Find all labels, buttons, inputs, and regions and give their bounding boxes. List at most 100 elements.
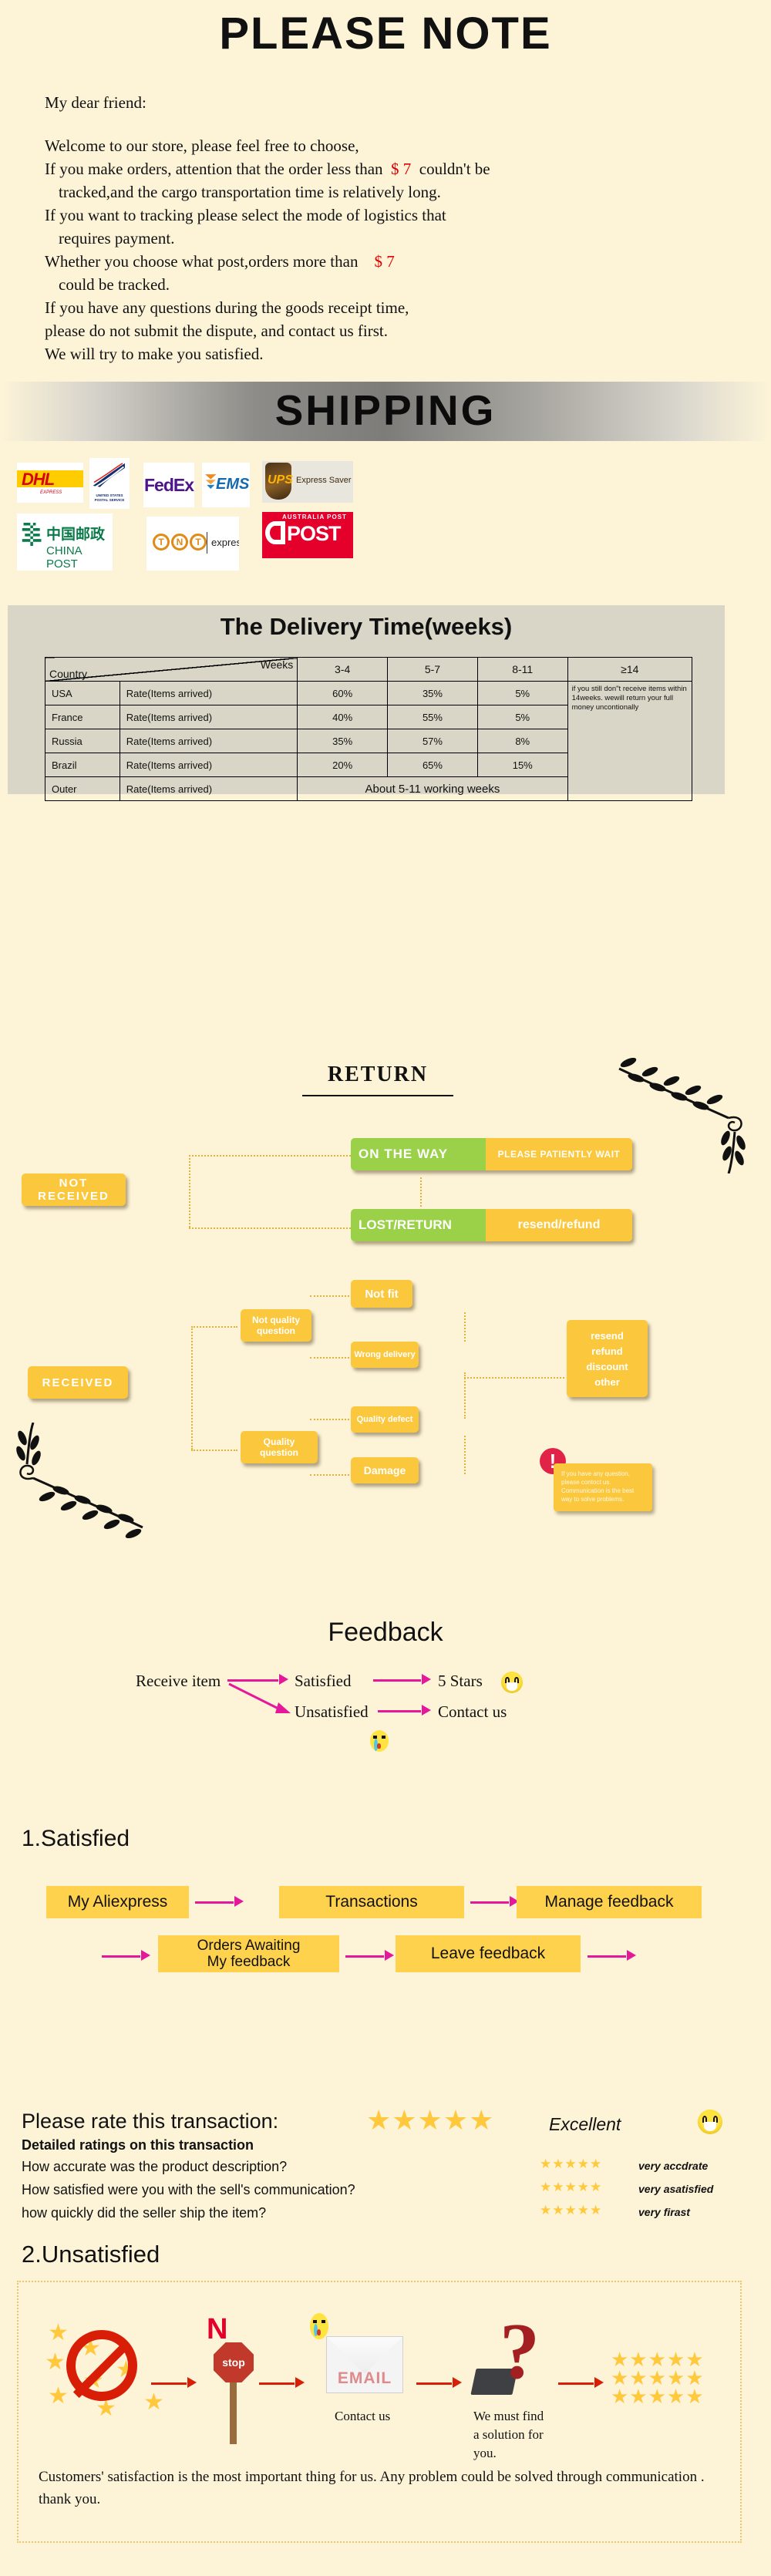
note-line-2-tail: couldn't be xyxy=(419,160,490,178)
no-sign-icon xyxy=(66,2330,137,2401)
connector-received-to-notquality xyxy=(191,1326,237,1328)
carrier-logo-fedex-text: FedEx xyxy=(143,474,194,495)
connector-received-vert xyxy=(191,1326,193,1450)
carrier-logo-ups: UPS Express Saver xyxy=(262,461,353,503)
note-line-1: Welcome to our store, please feel free t… xyxy=(45,136,359,155)
cell-usa-3-4: 60% xyxy=(297,681,389,705)
rate-question-3: how quickly did the seller ship the item… xyxy=(22,2205,267,2221)
node-not-quality-question[interactable]: Not quality question xyxy=(241,1309,311,1342)
node-on-the-way[interactable]: ON THE WAY PLEASE PATIENTLY WAIT xyxy=(351,1138,632,1170)
outcome-refund: refund xyxy=(591,1345,623,1357)
row-country-russia: Russia xyxy=(45,729,120,753)
node-not-fit[interactable]: Not fit xyxy=(351,1280,412,1308)
note-greeting: My dear friend: xyxy=(45,93,146,112)
shipping-title: SHIPPING xyxy=(274,386,497,434)
rate-value-2: very asatisfied xyxy=(638,2183,714,2195)
price-tag-2: $ 7 xyxy=(374,252,395,271)
note-line-3: tracked,and the cargo transportation tim… xyxy=(59,183,441,201)
corner-country-label: Country xyxy=(49,668,88,680)
carrier-logo-china-post-cn: 中国邮政 xyxy=(46,527,106,543)
arrow-after-leave-feedback xyxy=(588,1948,636,1963)
carrier-logo-fedex: FedEx xyxy=(143,463,194,507)
ybox-my-aliexpress[interactable]: My Aliexpress xyxy=(46,1886,189,1918)
col-header-8-11: 8-11 xyxy=(476,657,568,682)
rate-overall-stars[interactable]: ★★★★★ xyxy=(366,2106,494,2134)
row-country-brazil: Brazil xyxy=(45,753,120,777)
node-lost-return-label: LOST/RETURN xyxy=(351,1209,486,1241)
node-quality-defect[interactable]: Quality defect xyxy=(351,1406,419,1433)
arrow-unsat-1 xyxy=(151,2375,197,2390)
carrier-logo-china-post: 中国邮政 CHINA POST xyxy=(17,514,113,571)
vine-ornament-top-right xyxy=(618,1058,746,1174)
node-received[interactable]: RECEIVED xyxy=(28,1366,128,1399)
satisfied-heading: 1.Satisfied xyxy=(22,1826,130,1851)
rate-prompt: Please rate this transaction: xyxy=(22,2110,279,2133)
carrier-logo-australia-post-top: AUSTRALIA POST xyxy=(282,514,347,520)
rate-value-1: very accdrate xyxy=(638,2160,709,2172)
row-country-france: France xyxy=(45,705,120,729)
col-header-5-7: 5-7 xyxy=(387,657,478,682)
corner-weeks-label: Weeks xyxy=(260,658,294,671)
feedback-satisfied: Satisfied xyxy=(295,1672,352,1690)
arrow-aliexpress-to-transactions xyxy=(195,1894,244,1909)
node-outcomes[interactable]: resend refund discount other xyxy=(567,1320,648,1397)
row-rate-label-outer: Rate(Items arrived) xyxy=(119,776,298,801)
col-header-3-4: 3-4 xyxy=(297,657,389,682)
note-line-7: could be tracked. xyxy=(59,275,170,294)
cell-russia-5-7: 57% xyxy=(387,729,478,753)
node-wrong-delivery[interactable]: Wrong delivery xyxy=(351,1342,419,1368)
carrier-logo-ups-sub: Express Saver xyxy=(296,476,352,485)
ybox-leave-feedback[interactable]: Leave feedback xyxy=(396,1935,581,1972)
ybox-orders-awaiting-my-feedback[interactable]: Orders Awaiting My feedback xyxy=(158,1935,339,1972)
carrier-logo-ups-text: UPS xyxy=(268,473,293,487)
question-mark-icon: ? xyxy=(500,2307,540,2396)
ybox-manage-feedback[interactable]: Manage feedback xyxy=(517,1886,702,1918)
page-title: PLEASE NOTE xyxy=(219,8,552,59)
arrow-unsatisfied-to-contact xyxy=(378,1702,431,1718)
note-line-6: Whether you choose what post,orders more… xyxy=(45,250,631,273)
delivery-title: The Delivery Time(weeks) xyxy=(220,613,513,640)
star-decor-7: ★ xyxy=(143,2389,164,2415)
star-decor-2: ★ xyxy=(45,2349,66,2375)
caption-contact-us: Contact us xyxy=(335,2409,391,2423)
outcome-other: other xyxy=(594,1376,620,1388)
row-country-usa: USA xyxy=(45,681,120,705)
note-line-6-text: Whether you choose what post,orders more… xyxy=(45,252,359,271)
arrow-unsat-4 xyxy=(558,2375,604,2390)
carrier-logo-australia-post: AUSTRALIA POST POST xyxy=(262,512,353,558)
row-rate-label-france: Rate(Items arrived) xyxy=(119,705,298,729)
node-not-received[interactable]: NOT RECEIVED xyxy=(22,1174,126,1206)
no-letter-label: N xyxy=(207,2313,228,2345)
note-line-2: If you make orders, attention that the o… xyxy=(45,157,631,180)
ybox-transactions[interactable]: Transactions xyxy=(279,1886,464,1918)
star-decor-1: ★ xyxy=(48,2320,69,2345)
node-lost-return[interactable]: LOST/RETURN resend/refund xyxy=(351,1209,632,1241)
smiley-crying-icon-2 xyxy=(310,2313,328,2339)
unsatisfied-heading: 2.Unsatisfied xyxy=(22,2241,160,2268)
rate-stars-1[interactable]: ★★★★★ xyxy=(540,2157,602,2170)
note-line-10: We will try to make you satisfied. xyxy=(45,345,264,363)
rate-stars-3[interactable]: ★★★★★ xyxy=(540,2204,602,2217)
rate-overall-label: Excellent xyxy=(549,2114,621,2134)
node-damage[interactable]: Damage xyxy=(351,1457,419,1483)
row-country-outer: Outer xyxy=(45,776,120,801)
smiley-happy-icon xyxy=(501,1672,523,1693)
note-line-9: please do not submit the dispute, and co… xyxy=(45,322,388,340)
connector-quality-to-damage xyxy=(310,1474,352,1476)
arrow-orders-to-leave-feedback xyxy=(345,1948,394,1963)
rate-stars-2[interactable]: ★★★★★ xyxy=(540,2180,602,2194)
star-decor-5: ★ xyxy=(48,2383,69,2409)
node-lost-return-action: resend/refund xyxy=(486,1209,632,1241)
carrier-logo-dhl: DHL EXPRESS xyxy=(17,463,83,503)
rate-question-2: How satisfied were you with the sell's c… xyxy=(22,2182,355,2197)
col-header-ge-14: ≥14 xyxy=(567,657,693,682)
note-line-8: If you have any questions during the goo… xyxy=(45,298,409,317)
carrier-logo-tnt-sub: express xyxy=(211,537,239,548)
smiley-excellent-icon xyxy=(698,2110,722,2134)
carrier-logo-dhl-text: DHL xyxy=(22,470,55,489)
connector-notquality-to-wrong xyxy=(310,1357,352,1359)
smiley-crying-icon xyxy=(370,1730,389,1752)
connector-ontheway-to-lost xyxy=(420,1177,422,1207)
node-quality-question[interactable]: Quality question xyxy=(241,1431,318,1463)
outcome-discount: discount xyxy=(586,1360,628,1372)
